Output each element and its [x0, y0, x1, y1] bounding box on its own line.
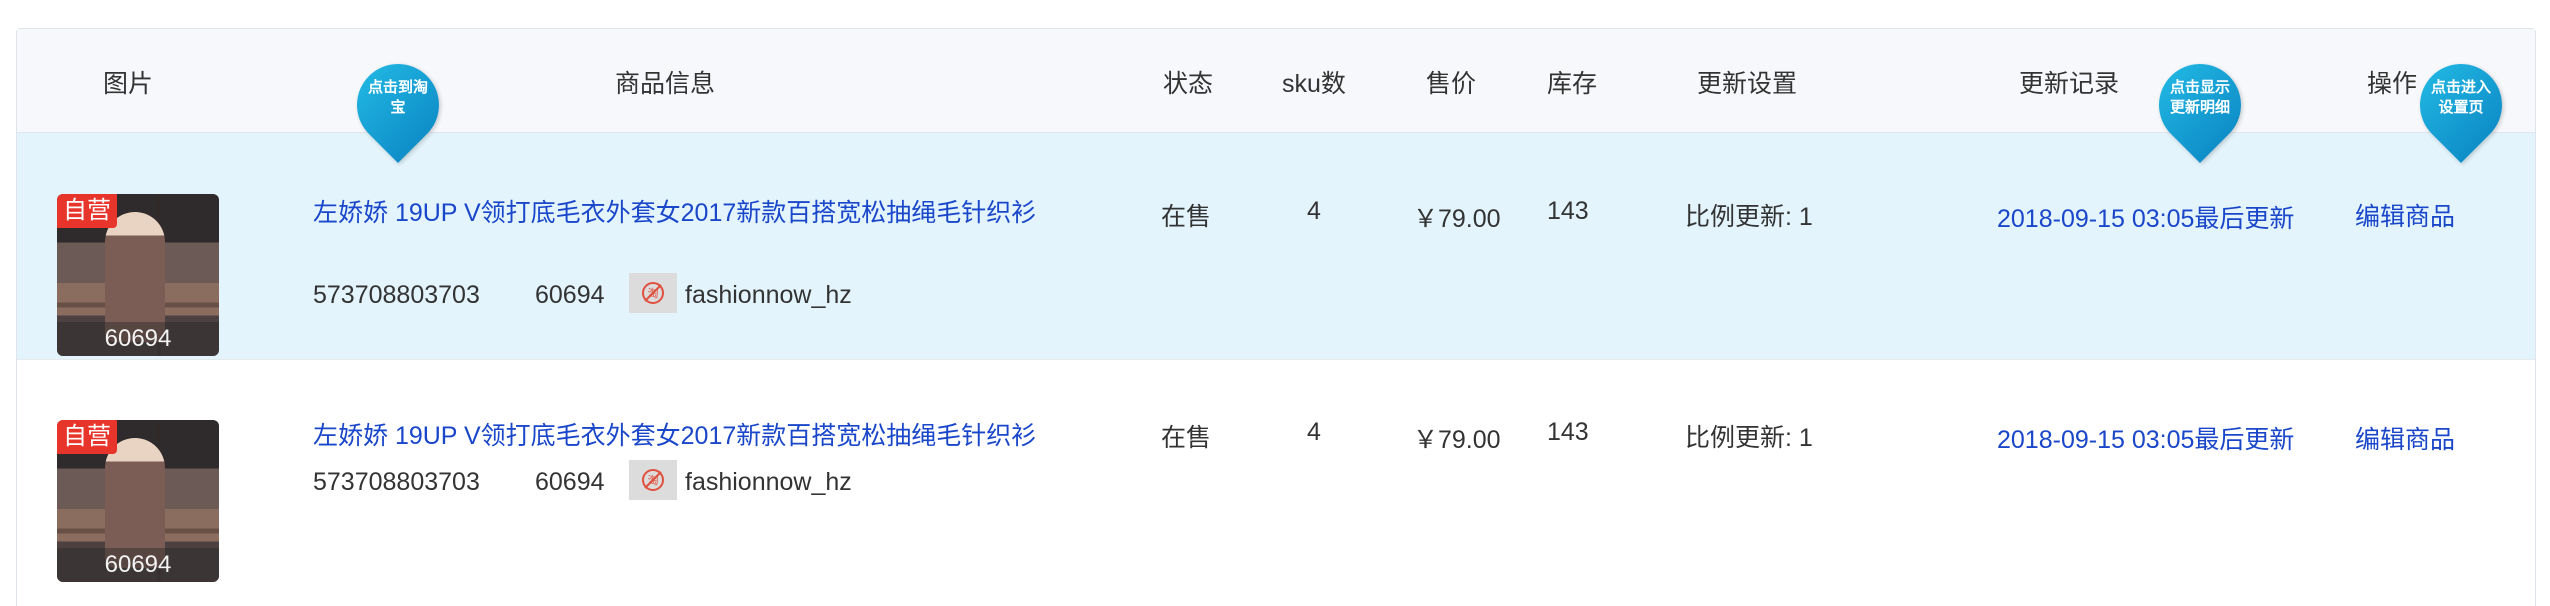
product-title-link[interactable]: 左娇娇 19UP V领打底毛衣外套女2017新款百搭宽松抽绳毛针织衫: [313, 193, 1036, 229]
taobao-shop-icon: 淘: [629, 460, 677, 500]
item-id: 573708803703: [313, 468, 480, 496]
price: ￥79.00: [1413, 205, 1501, 233]
tooltip-settings-line1: 点击进入: [2430, 79, 2491, 96]
product-meta: 573708803703 60694 淘 fashionnow_hz: [313, 460, 852, 500]
header-sku-count: sku数: [1282, 70, 1346, 98]
table-row: 自营 60694 左娇娇 19UP V领打底毛衣外套女2017新款百搭宽松抽绳毛…: [17, 360, 2535, 606]
update-setting: 比例更新: 1: [1685, 424, 1813, 452]
item-id: 573708803703: [313, 281, 480, 309]
update-setting: 比例更新: 1: [1685, 203, 1813, 231]
taobao-shop-icon: 淘: [629, 273, 677, 313]
shop-name: fashionnow_hz: [685, 281, 852, 309]
update-log-link[interactable]: 2018-09-15 03:05最后更新: [1997, 199, 2294, 235]
table-row: 自营 60694 左娇娇 19UP V领打底毛衣外套女2017新款百搭宽松抽绳毛…: [17, 133, 2535, 360]
self-operated-badge: 自营: [57, 420, 117, 454]
header-update-log: 更新记录: [2019, 70, 2120, 98]
thumbnail-code-label: 60694: [57, 548, 219, 582]
product-meta: 573708803703 60694 淘 fashionnow_hz: [313, 273, 852, 313]
stock: 143: [1547, 197, 1589, 225]
header-price: 售价: [1426, 70, 1477, 98]
price: ￥79.00: [1413, 426, 1501, 454]
header-status: 状态: [1163, 70, 1214, 98]
header-image: 图片: [103, 70, 154, 98]
edit-product-link[interactable]: 编辑商品: [2355, 197, 2455, 233]
header-stock: 库存: [1547, 70, 1598, 98]
header-product-info: 商品信息: [615, 70, 716, 98]
status-text: 在售: [1161, 424, 1212, 452]
tooltip-settings-line2: 设置页: [2438, 99, 2484, 116]
tooltip-detail-line1: 点击显示: [2169, 79, 2230, 96]
product-title-link[interactable]: 左娇娇 19UP V领打底毛衣外套女2017新款百搭宽松抽绳毛针织衫: [313, 416, 1036, 452]
status-text: 在售: [1161, 203, 1212, 231]
stock: 143: [1547, 418, 1589, 446]
product-code: 60694: [535, 281, 605, 309]
self-operated-badge: 自营: [57, 194, 117, 228]
product-thumbnail[interactable]: 自营 60694: [57, 420, 219, 582]
update-log-link[interactable]: 2018-09-15 03:05最后更新: [1997, 420, 2294, 456]
sku-count: 4: [1307, 197, 1321, 225]
tooltip-taobao-line1: 点击到淘: [367, 79, 428, 96]
sku-count: 4: [1307, 418, 1321, 446]
tooltip-detail-line2: 更新明细: [2169, 99, 2230, 116]
header-update-settings: 更新设置: [1697, 70, 1798, 98]
thumbnail-code-label: 60694: [57, 322, 219, 356]
header-actions: 操作: [2367, 70, 2418, 98]
product-code: 60694: [535, 468, 605, 496]
edit-product-link[interactable]: 编辑商品: [2355, 420, 2455, 456]
shop-name: fashionnow_hz: [685, 468, 852, 496]
product-thumbnail[interactable]: 自营 60694: [57, 194, 219, 356]
tooltip-taobao-line2: 宝: [390, 99, 406, 116]
